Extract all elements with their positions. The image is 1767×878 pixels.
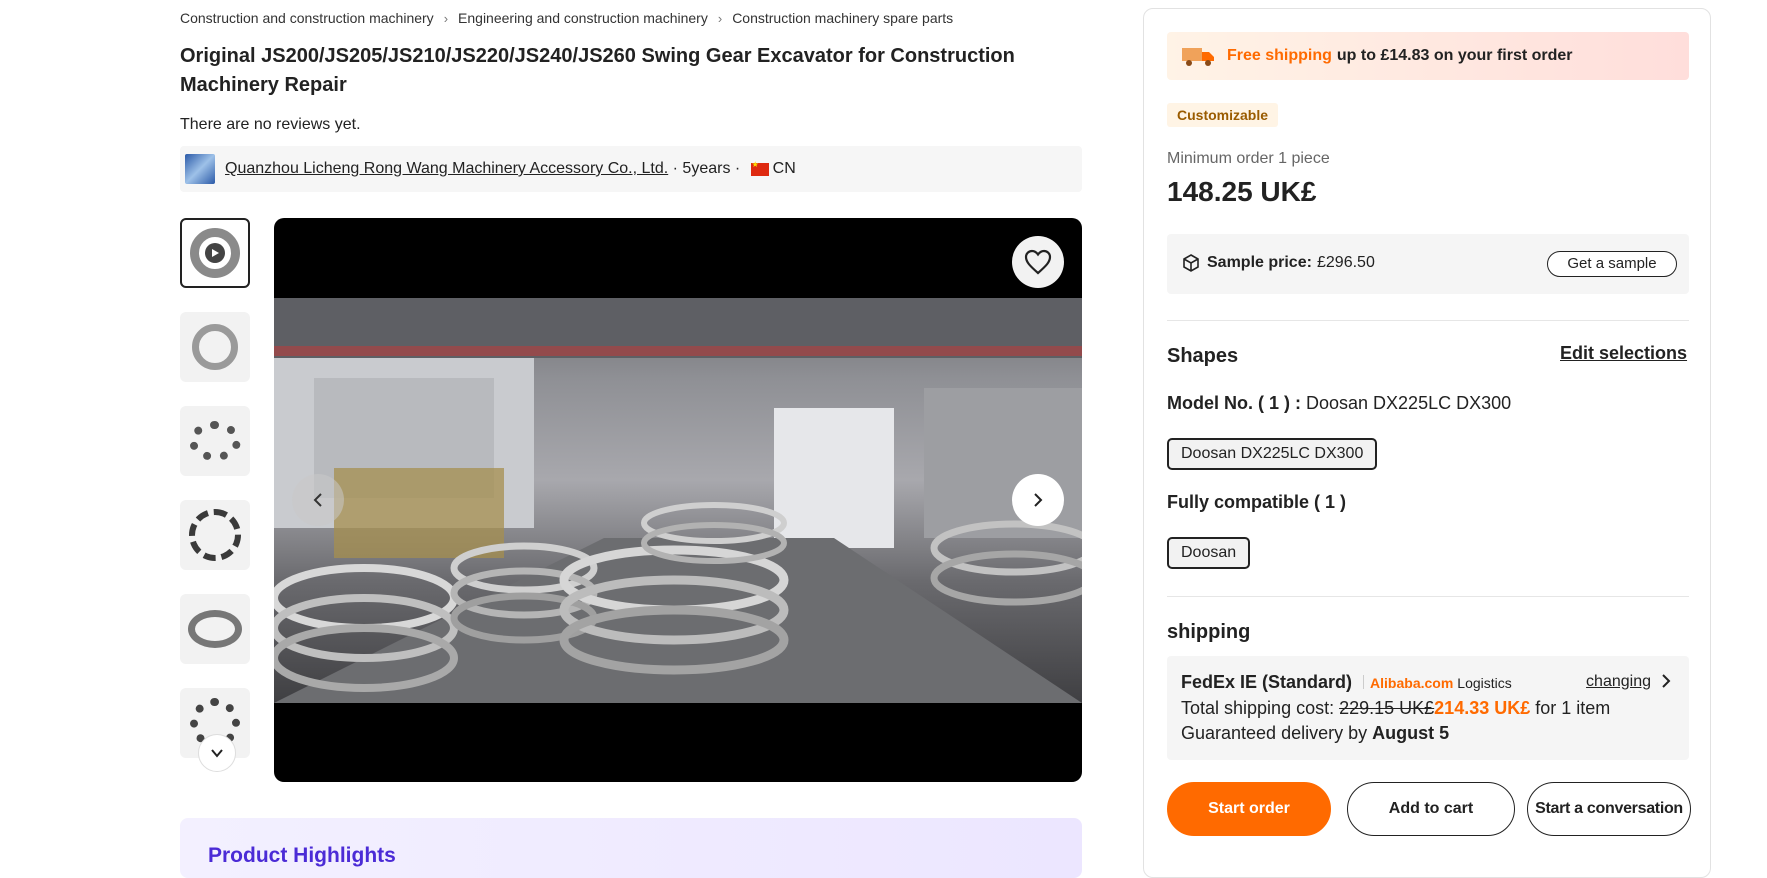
model-number-value: Doosan DX225LC DX300 — [1301, 393, 1512, 413]
product-title: Original JS200/JS205/JS210/JS220/JS240/J… — [180, 45, 1015, 96]
china-flag-icon — [750, 160, 769, 176]
edit-selections-link[interactable]: Edit selections — [1560, 343, 1687, 364]
compatibility-heading: Fully compatible ( 1 ) — [1167, 492, 1347, 512]
play-icon — [205, 243, 225, 263]
slewing-ring-image — [189, 509, 241, 561]
shipping-item-count: for 1 item — [1530, 698, 1611, 718]
factory-scene-image — [274, 298, 1082, 703]
thumbnail-scroll-down-button[interactable] — [198, 734, 236, 772]
thumbnail-4[interactable] — [180, 500, 250, 570]
sample-price-label: Sample price: — [1207, 254, 1312, 271]
start-order-button[interactable]: Start order — [1167, 782, 1331, 836]
shipping-method-name: FedEx IE (Standard) — [1181, 672, 1353, 692]
slewing-ring-image — [192, 324, 238, 370]
add-to-cart-button[interactable]: Add to cart — [1347, 782, 1515, 836]
delivery-row: Guaranteed delivery by August 5 — [1181, 723, 1449, 744]
supplier-name-link[interactable]: Quanzhou Licheng Rong Wang Machinery Acc… — [225, 160, 668, 178]
thumbnail-2[interactable] — [180, 312, 250, 382]
supplier-bar: Quanzhou Licheng Rong Wang Machinery Acc… — [180, 146, 1082, 192]
shapes-heading: Shapes — [1167, 345, 1239, 367]
compatibility-option-chip[interactable]: Doosan — [1167, 537, 1251, 569]
shipping-old-price: 229.15 UK£ — [1339, 698, 1435, 718]
supplier-years: · 5years · — [668, 160, 745, 177]
delivery-label: Guaranteed delivery by — [1181, 723, 1373, 743]
chevron-right-icon: › — [717, 10, 723, 26]
slewing-ring-image — [188, 610, 242, 648]
breadcrumb: Construction and construction machinery … — [180, 10, 953, 26]
minimum-order-text: Minimum order 1 piece — [1167, 150, 1330, 167]
shipping-cost-row: Total shipping cost: 229.15 UK£214.33 UK… — [1181, 698, 1610, 719]
chevron-right-icon[interactable] — [1659, 672, 1673, 690]
model-number-label: Model No. ( 1 ) : — [1167, 393, 1301, 413]
slewing-ring-image — [190, 228, 240, 278]
thumbnail-video[interactable] — [180, 218, 250, 288]
thumbnail-3[interactable] — [180, 406, 250, 476]
next-media-button[interactable] — [1012, 474, 1064, 526]
heart-icon — [1024, 249, 1052, 275]
product-highlights-section: Product Highlights — [180, 818, 1082, 878]
chevron-down-icon — [211, 749, 223, 758]
breadcrumb-item-3[interactable]: Construction machinery spare parts — [732, 10, 953, 26]
sample-price-value: £296.50 — [1317, 254, 1375, 271]
free-shipping-accent: Free shipping — [1227, 47, 1332, 64]
reviews-text: There are no reviews yet. — [180, 116, 361, 133]
shipping-heading: shipping — [1167, 621, 1251, 643]
model-number-line: Model No. ( 1 ) : Doosan DX225LC DX300 — [1167, 393, 1511, 414]
previous-media-button[interactable] — [292, 474, 344, 526]
change-shipping-link[interactable]: changing — [1586, 673, 1651, 691]
get-sample-button[interactable]: Get a sample — [1547, 251, 1677, 277]
shipping-method-row: FedEx IE (Standard) Alibaba.com Logistics — [1181, 672, 1512, 693]
chevron-right-icon: › — [443, 10, 449, 26]
thumbnail-5[interactable] — [180, 594, 250, 664]
logistics-label: Logistics — [1457, 675, 1512, 691]
box-icon — [1183, 254, 1199, 272]
free-shipping-banner: Free shipping up to £14.83 on your first… — [1167, 32, 1689, 80]
shipping-new-price: 214.33 UK£ — [1434, 698, 1531, 718]
divider — [1363, 675, 1365, 689]
divider — [1167, 596, 1689, 597]
shipping-details-box: FedEx IE (Standard) Alibaba.com Logistics… — [1167, 656, 1689, 760]
divider — [1167, 320, 1689, 321]
sample-price-box: Sample price: £296.50 Get a sample — [1167, 234, 1689, 294]
model-option-chip[interactable]: Doosan DX225LC DX300 — [1167, 438, 1378, 470]
supplier-country: CN — [772, 160, 796, 177]
unit-price: 148.25 UK£ — [1167, 176, 1317, 207]
slewing-ring-image — [189, 421, 241, 461]
shipping-cost-label: Total shipping cost: — [1181, 698, 1340, 718]
start-conversation-button[interactable]: Start a conversation — [1527, 782, 1691, 836]
alibaba-logistics-logo: Alibaba.com — [1370, 675, 1454, 691]
chevron-right-icon — [1034, 493, 1043, 507]
customizable-badge: Customizable — [1167, 103, 1279, 127]
delivery-date: August 5 — [1372, 723, 1450, 743]
product-video-player[interactable] — [274, 218, 1082, 782]
favorite-button[interactable] — [1012, 236, 1064, 288]
factory-video-frame — [274, 298, 1082, 703]
truck-icon — [1182, 48, 1214, 66]
breadcrumb-item-1[interactable]: Construction and construction machinery — [180, 10, 434, 26]
free-shipping-text: up to £14.83 on your first order — [1336, 47, 1573, 64]
product-highlights-title: Product Highlights — [208, 844, 396, 867]
chevron-left-icon — [313, 493, 322, 507]
supplier-logo[interactable] — [185, 154, 215, 184]
breadcrumb-item-2[interactable]: Engineering and construction machinery — [458, 10, 708, 26]
